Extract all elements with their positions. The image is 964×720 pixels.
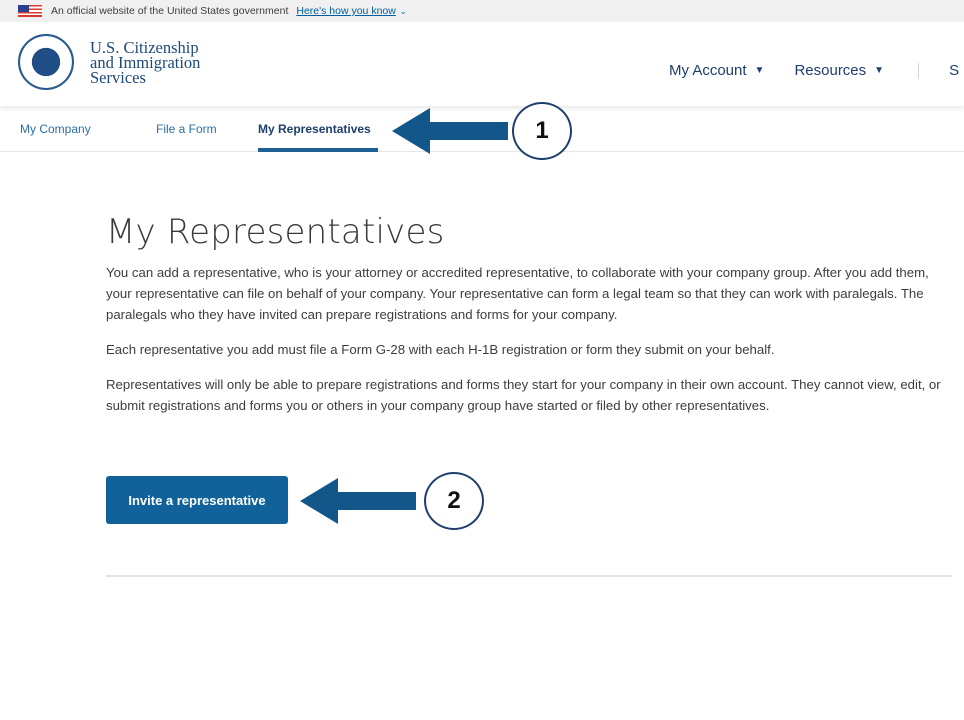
chevron-down-icon[interactable]: ⌄ (400, 7, 407, 16)
nav-label: My Account (669, 62, 747, 79)
section-divider (106, 575, 952, 577)
nav-partial-item[interactable]: S (949, 62, 959, 79)
nav-label: Resources (794, 62, 867, 79)
uscis-logo-text[interactable]: U.S. Citizenship and Immigration Service… (90, 39, 200, 87)
caret-down-icon: ▼ (874, 65, 885, 76)
invite-representative-button[interactable]: Invite a representative (106, 476, 288, 524)
caret-down-icon: ▼ (754, 65, 765, 76)
site-header: U.S. Citizenship and Immigration Service… (0, 22, 964, 106)
tab-my-company[interactable]: My Company (20, 122, 91, 136)
header-nav: My Account ▼ Resources ▼ S (669, 62, 959, 79)
gov-banner: An official website of the United States… (0, 0, 964, 22)
intro-paragraph: You can add a representative, who is you… (106, 265, 929, 322)
logo-line: Services (90, 68, 146, 87)
nav-divider (918, 62, 920, 79)
arrow-left-icon (300, 478, 416, 524)
callout-number: 1 (512, 102, 572, 160)
main-content: My Representatives You can add a represe… (106, 212, 946, 430)
gov-banner-text: An official website of the United States… (51, 5, 289, 17)
heres-how-you-know-link[interactable]: Here's how you know (296, 5, 395, 17)
page-title: My Representatives (106, 212, 445, 252)
permissions-paragraph: Representatives will only be able to pre… (106, 377, 941, 413)
arrow-left-icon (392, 108, 508, 154)
active-tab-indicator (258, 148, 378, 152)
g28-paragraph: Each representative you add must file a … (106, 342, 775, 357)
us-flag-icon (18, 5, 42, 17)
dhs-seal-icon[interactable] (18, 34, 74, 90)
nav-my-account[interactable]: My Account ▼ (669, 62, 764, 79)
callout-number: 2 (424, 472, 484, 530)
nav-resources[interactable]: Resources ▼ (794, 62, 884, 79)
tab-file-a-form[interactable]: File a Form (156, 122, 217, 136)
tab-my-representatives[interactable]: My Representatives (258, 122, 371, 136)
